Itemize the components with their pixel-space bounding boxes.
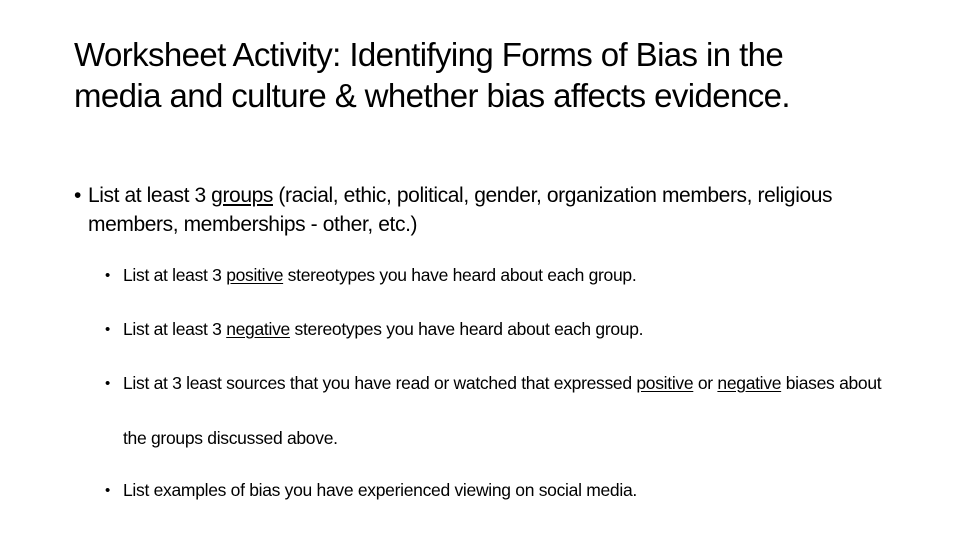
text-segment: stereotypes you have heard about each gr… xyxy=(283,265,637,285)
slide-title: Worksheet Activity: Identifying Forms of… xyxy=(74,36,791,114)
bullet-text: List at least 3 groups (racial, ethic, p… xyxy=(88,184,833,236)
bullet-list-level1: • List at least 3 groups (racial, ethic,… xyxy=(74,181,874,239)
text-segment: stereotypes you have heard about each gr… xyxy=(289,319,644,339)
bullet-dot-icon: • xyxy=(105,375,110,392)
bullet-dot-icon: • xyxy=(105,267,110,284)
text-segment: List examples of bias you have experienc… xyxy=(123,480,637,500)
underlined-term-groups: groups xyxy=(211,184,273,207)
bullet-item-negative-stereotypes: • List at least 3 negative stereotypes y… xyxy=(105,316,905,343)
bullet-dot-icon: • xyxy=(105,482,110,499)
bullet-dot-icon: • xyxy=(74,184,81,207)
bullet-item-sources: • List at 3 least sources that you have … xyxy=(105,356,905,466)
text-segment: List at least 3 xyxy=(123,319,227,339)
underlined-term-negative: negative xyxy=(226,319,290,339)
bullet-list-level2: • List at least 3 positive stereotypes y… xyxy=(105,262,905,531)
bullet-item-positive-stereotypes: • List at least 3 positive stereotypes y… xyxy=(105,262,905,289)
text-segment: List at least 3 xyxy=(123,265,227,285)
text-segment: or xyxy=(693,373,718,393)
text-segment: List at 3 least sources that you have re… xyxy=(123,373,637,393)
underlined-term-positive: positive xyxy=(226,265,284,285)
bullet-item-groups: • List at least 3 groups (racial, ethic,… xyxy=(74,181,874,239)
bullet-item-social-media: • List examples of bias you have experie… xyxy=(105,477,905,504)
text-segment: List at least 3 xyxy=(88,184,212,207)
underlined-term-positive: positive xyxy=(636,373,694,393)
slide: Worksheet Activity: Identifying Forms of… xyxy=(0,0,960,540)
bullet-dot-icon: • xyxy=(105,321,110,338)
underlined-term-negative: negative xyxy=(717,373,782,393)
